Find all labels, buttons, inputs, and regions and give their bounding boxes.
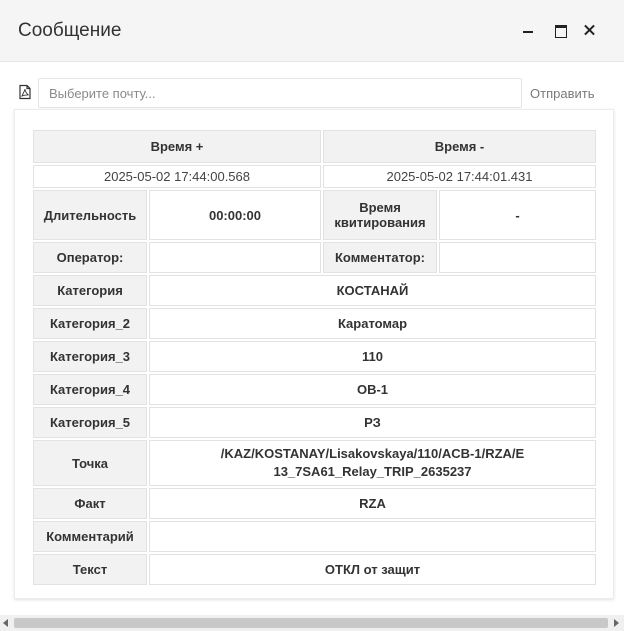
category-5-value: РЗ (149, 407, 596, 438)
category-5-label: Категория_5 (33, 407, 147, 438)
commentator-value (439, 242, 596, 273)
duration-label: Длительность (33, 190, 147, 240)
category-2-value: Каратомар (149, 308, 596, 339)
scroll-right-icon[interactable] (614, 619, 619, 627)
scroll-left-icon[interactable] (3, 619, 8, 627)
category-3-label: Категория_3 (33, 341, 147, 372)
comment-value (149, 521, 596, 552)
time-plus-header: Время + (33, 130, 321, 163)
fact-label: Факт (33, 488, 147, 519)
close-icon[interactable] (582, 22, 598, 38)
duration-value: 00:00:00 (149, 190, 321, 240)
ack-time-value: - (439, 190, 596, 240)
minimize-icon[interactable] (520, 22, 536, 38)
category-2-label: Категория_2 (33, 308, 147, 339)
maximize-icon[interactable] (552, 22, 568, 38)
time-minus-value: 2025-05-02 17:44:01.431 (323, 165, 596, 188)
horizontal-scrollbar[interactable] (0, 615, 624, 631)
window-titlebar: Сообщение (0, 0, 624, 62)
text-value: ОТКЛ от защит (149, 554, 596, 585)
category-4-label: Категория_4 (33, 374, 147, 405)
time-plus-value: 2025-05-02 17:44:00.568 (33, 165, 321, 188)
time-minus-header: Время - (323, 130, 596, 163)
category-3-value: 110 (149, 341, 596, 372)
operator-label: Оператор: (33, 242, 147, 273)
commentator-label: Комментатор: (323, 242, 437, 273)
ack-time-label: Время квитирования (323, 190, 437, 240)
email-select-input[interactable] (38, 78, 522, 108)
text-label: Текст (33, 554, 147, 585)
message-details-table: Время + Время - 2025-05-02 17:44:00.568 … (31, 128, 598, 587)
category-value: КОСТАНАЙ (149, 275, 596, 306)
point-label: Точка (33, 440, 147, 486)
scrollbar-thumb[interactable] (14, 618, 608, 628)
message-panel: Время + Время - 2025-05-02 17:44:00.568 … (14, 109, 614, 599)
window-title: Сообщение (18, 20, 122, 41)
point-value: /KAZ/KOSTANAY/Lisakovskaya/110/ACB-1/RZA… (149, 440, 596, 486)
pdf-icon[interactable] (17, 84, 33, 100)
category-4-value: ОВ-1 (149, 374, 596, 405)
comment-label: Комментарий (33, 521, 147, 552)
operator-value (149, 242, 321, 273)
fact-value: RZA (149, 488, 596, 519)
send-button[interactable]: Отправить (530, 86, 594, 101)
category-label: Категория (33, 275, 147, 306)
